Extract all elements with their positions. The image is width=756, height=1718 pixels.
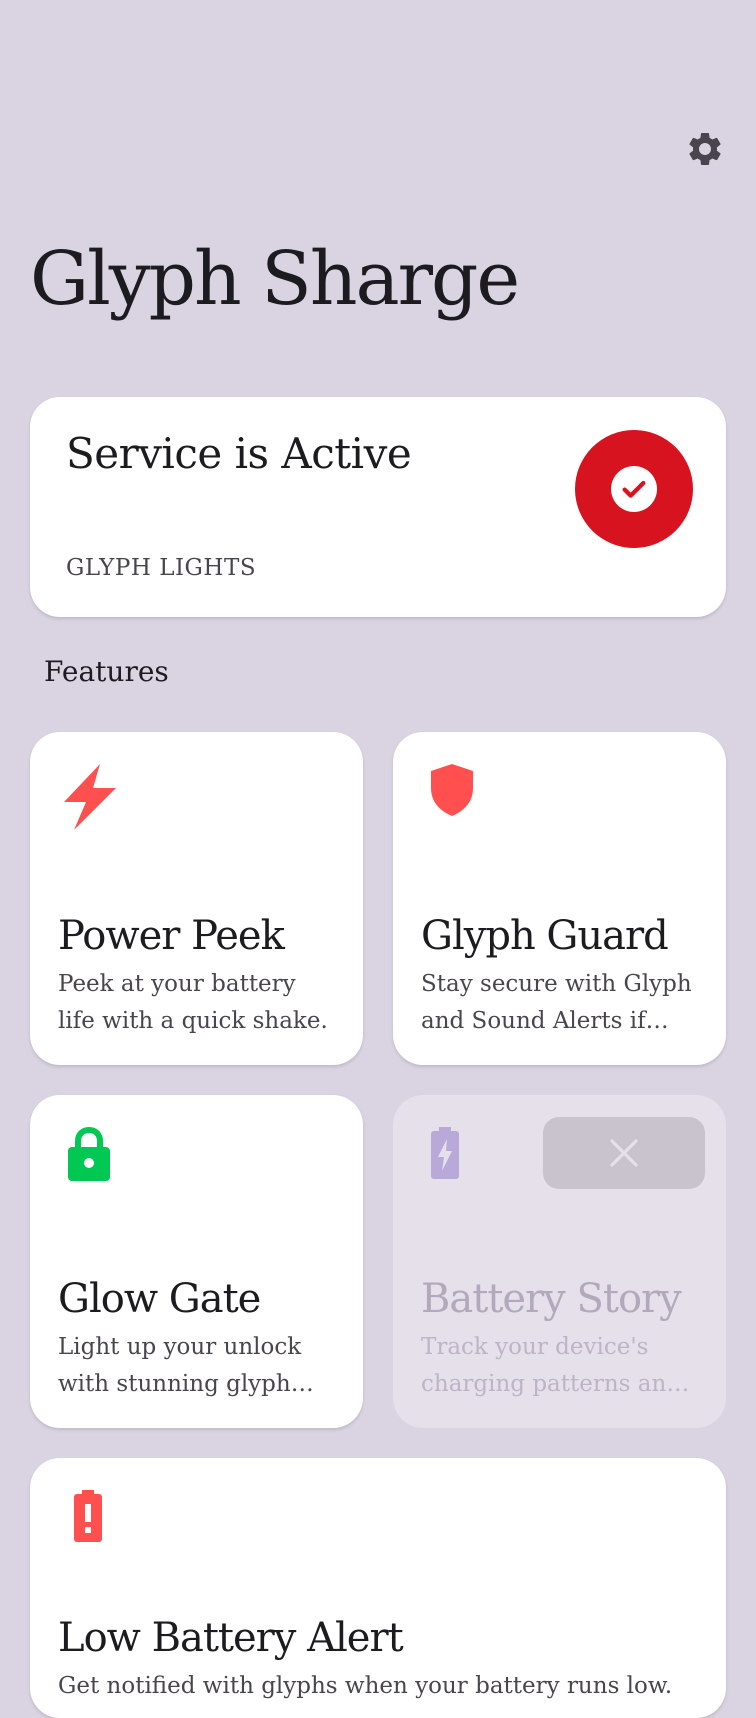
feature-card-low-battery-alert[interactable]: Low Battery Alert Get notified with glyp… xyxy=(30,1458,726,1718)
service-toggle-button[interactable] xyxy=(575,430,693,548)
feature-description: Peek at your battery life with a quick s… xyxy=(58,971,328,1034)
battery-charging-icon xyxy=(431,1127,459,1179)
check-icon xyxy=(622,480,646,498)
battery-alert-icon xyxy=(74,1490,102,1542)
feature-description: Light up your unlock with stunning glyph… xyxy=(58,1334,302,1397)
feature-title: Glyph Guard xyxy=(421,913,669,959)
bolt-icon xyxy=(64,764,116,830)
feature-card-glow-gate[interactable]: Glow Gate Light up your unlock with stun… xyxy=(30,1095,363,1428)
feature-description: Stay secure with Glyph and Sound Alerts … xyxy=(421,971,692,1034)
service-status-subtitle: GLYPH LIGHTS xyxy=(66,555,257,581)
settings-button[interactable] xyxy=(680,124,730,174)
feature-card-power-peek[interactable]: Power Peek Peek at your battery life wit… xyxy=(30,732,363,1065)
feature-title: Power Peek xyxy=(58,913,285,959)
feature-card-glyph-guard[interactable]: Glyph Guard Stay secure with Glyph and S… xyxy=(393,732,726,1065)
features-section-label: Features xyxy=(44,655,169,688)
close-icon xyxy=(610,1139,638,1167)
service-status-title: Service is Active xyxy=(66,429,412,478)
gear-icon xyxy=(689,132,721,165)
service-status-card[interactable]: Service is Active GLYPH LIGHTS xyxy=(30,397,726,617)
feature-description: Track your device's charging patterns an… xyxy=(421,1334,682,1397)
app-title: Glyph Sharge xyxy=(30,236,520,322)
feature-description: Get notified with glyphs when your batte… xyxy=(58,1673,673,1699)
feature-card-battery-story[interactable]: Battery Story Track your device's chargi… xyxy=(393,1095,726,1428)
feature-title: Glow Gate xyxy=(58,1276,261,1322)
dismiss-feature-button[interactable] xyxy=(543,1117,705,1189)
feature-title: Battery Story xyxy=(421,1276,682,1322)
shield-icon xyxy=(431,764,473,816)
feature-title: Low Battery Alert xyxy=(58,1615,404,1661)
lock-icon xyxy=(68,1127,110,1181)
